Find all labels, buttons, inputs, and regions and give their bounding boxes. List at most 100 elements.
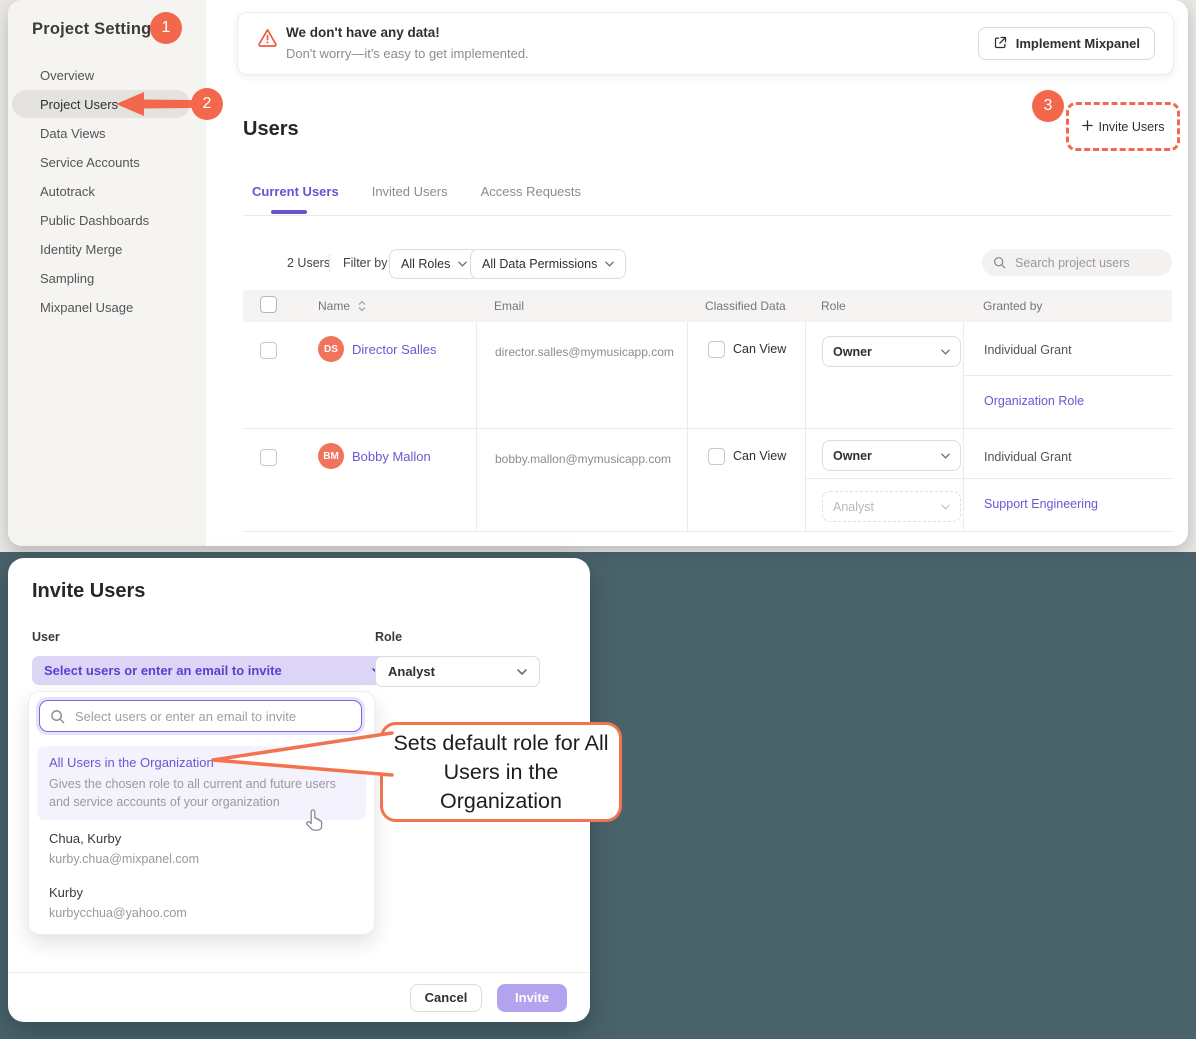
sidebar-item-sampling[interactable]: Sampling bbox=[40, 271, 94, 287]
email-text: bobby.mallon@mymusicapp.com bbox=[495, 452, 671, 466]
external-link-icon bbox=[993, 35, 1008, 53]
chevron-down-icon bbox=[517, 669, 527, 675]
option-user[interactable]: Kurby kurbycchua@yahoo.com bbox=[49, 885, 349, 922]
sidebar-title: Project Settings bbox=[32, 20, 161, 39]
can-view-checkbox[interactable] bbox=[708, 448, 725, 465]
granted-by-cell: Individual Grant Support Engineering bbox=[963, 429, 1172, 531]
option-title: Chua, Kurby bbox=[49, 831, 349, 846]
user-name-link[interactable]: Director Salles bbox=[352, 342, 437, 357]
sidebar-item-mixpanel-usage[interactable]: Mixpanel Usage bbox=[40, 300, 133, 316]
row-checkbox[interactable] bbox=[260, 342, 277, 359]
role-cell: Owner Analyst bbox=[805, 429, 963, 531]
email-cell: director.salles@mymusicapp.com bbox=[476, 322, 687, 428]
row-checkbox[interactable] bbox=[260, 449, 277, 466]
role-select[interactable]: Owner bbox=[822, 336, 961, 367]
step-2-badge: 2 bbox=[191, 88, 223, 120]
sidebar-item-public-dashboards[interactable]: Public Dashboards bbox=[40, 213, 149, 229]
dialog-title: Invite Users bbox=[32, 580, 145, 603]
all-roles-filter[interactable]: All Roles bbox=[389, 249, 479, 279]
search-project-users-input[interactable] bbox=[1013, 255, 1137, 271]
header-role: Role bbox=[805, 299, 963, 313]
sidebar-item-overview[interactable]: Overview bbox=[40, 68, 94, 84]
tab-access-requests[interactable]: Access Requests bbox=[481, 184, 581, 199]
header-email: Email bbox=[476, 299, 687, 313]
implement-mixpanel-button[interactable]: Implement Mixpanel bbox=[978, 27, 1155, 60]
invite-users-label: Invite Users bbox=[1099, 120, 1165, 134]
option-title: Kurby bbox=[49, 885, 349, 900]
row-select-cell bbox=[243, 322, 318, 428]
email-text: director.salles@mymusicapp.com bbox=[495, 345, 674, 359]
all-data-permissions-filter[interactable]: All Data Permissions bbox=[470, 249, 626, 279]
cell-divider bbox=[806, 478, 964, 479]
cell-divider bbox=[964, 375, 1173, 376]
classified-data-cell: Can View bbox=[687, 429, 805, 531]
avatar: DS bbox=[318, 336, 344, 362]
sidebar-item-project-users[interactable]: Project Users bbox=[40, 97, 118, 113]
tab-invited-users[interactable]: Invited Users bbox=[372, 184, 448, 199]
chevron-down-icon bbox=[941, 349, 950, 355]
role-select[interactable]: Analyst bbox=[375, 656, 540, 687]
search-icon bbox=[993, 256, 1006, 269]
callout-bubble: Sets default role for All Users in the O… bbox=[380, 722, 622, 822]
option-email: kurby.chua@mixpanel.com bbox=[49, 850, 349, 868]
table-row: DS Director Salles director.salles@mymus… bbox=[243, 322, 1172, 429]
sidebar: Project Settings Overview Project Users … bbox=[8, 0, 206, 546]
step-3-badge: 3 bbox=[1032, 90, 1064, 122]
chevron-down-icon bbox=[941, 453, 950, 459]
can-view-checkbox[interactable] bbox=[708, 341, 725, 358]
active-tab-underline bbox=[271, 210, 307, 214]
users-table: Name Email Classified Data Role Granted … bbox=[243, 290, 1172, 532]
filter-by-label: Filter by bbox=[343, 256, 387, 270]
user-select[interactable]: Select users or enter an email to invite bbox=[32, 656, 394, 685]
tab-current-users[interactable]: Current Users bbox=[252, 184, 339, 199]
select-all-cell bbox=[243, 296, 318, 316]
project-settings-panel: Project Settings Overview Project Users … bbox=[8, 0, 1188, 546]
header-name-label: Name bbox=[318, 299, 350, 313]
invite-users-button[interactable]: Invite Users bbox=[1066, 102, 1180, 151]
banner-title: We don't have any data! bbox=[286, 25, 440, 40]
sidebar-item-identity-merge[interactable]: Identity Merge bbox=[40, 242, 122, 258]
all-data-permissions-label: All Data Permissions bbox=[482, 257, 597, 271]
plus-icon bbox=[1082, 120, 1093, 134]
can-view-label: Can View bbox=[733, 342, 786, 356]
name-cell: DS Director Salles bbox=[318, 322, 476, 428]
role-cell: Owner bbox=[805, 322, 963, 428]
dialog-footer: Cancel Invite bbox=[8, 972, 590, 1022]
sidebar-item-data-views[interactable]: Data Views bbox=[40, 126, 106, 142]
cancel-button[interactable]: Cancel bbox=[410, 984, 482, 1012]
granted-by-link[interactable]: Organization Role bbox=[984, 394, 1084, 408]
role-value: Owner bbox=[833, 449, 872, 463]
option-user[interactable]: Chua, Kurby kurby.chua@mixpanel.com bbox=[49, 831, 349, 868]
sidebar-item-autotrack[interactable]: Autotrack bbox=[40, 184, 95, 200]
banner-subtitle: Don't worry—it's easy to get implemented… bbox=[286, 46, 529, 61]
dropdown-search-input[interactable] bbox=[73, 708, 327, 725]
role-value: Analyst bbox=[833, 500, 874, 514]
header-name[interactable]: Name bbox=[318, 299, 476, 313]
email-cell: bobby.mallon@mymusicapp.com bbox=[476, 429, 687, 531]
dropdown-search[interactable] bbox=[39, 700, 362, 732]
user-name-link[interactable]: Bobby Mallon bbox=[352, 449, 431, 464]
header-granted-by: Granted by bbox=[963, 299, 1172, 313]
callout-text: Sets default role for All Users in the O… bbox=[389, 729, 613, 816]
all-roles-label: All Roles bbox=[401, 257, 450, 271]
select-all-checkbox[interactable] bbox=[260, 296, 277, 313]
search-project-users[interactable] bbox=[982, 249, 1172, 276]
step-1-badge: 1 bbox=[150, 12, 182, 44]
user-dropdown-panel: All Users in the Organization Gives the … bbox=[28, 691, 375, 935]
chevron-down-icon bbox=[941, 504, 950, 510]
granted-by-link[interactable]: Support Engineering bbox=[984, 497, 1098, 511]
cell-divider bbox=[964, 478, 1173, 479]
invite-button[interactable]: Invite bbox=[497, 984, 567, 1012]
role-value: Owner bbox=[833, 345, 872, 359]
role-select-value: Analyst bbox=[388, 664, 435, 679]
chevron-down-icon bbox=[458, 261, 467, 267]
option-title: All Users in the Organization bbox=[49, 755, 354, 770]
sort-icon bbox=[358, 300, 366, 312]
warning-icon bbox=[257, 27, 278, 53]
sidebar-item-service-accounts[interactable]: Service Accounts bbox=[40, 155, 140, 171]
granted-by-text: Individual Grant bbox=[984, 343, 1072, 357]
option-description: Gives the chosen role to all current and… bbox=[49, 775, 349, 811]
role-select[interactable]: Owner bbox=[822, 440, 961, 471]
option-all-users[interactable]: All Users in the Organization Gives the … bbox=[37, 746, 366, 820]
option-email: kurbycchua@yahoo.com bbox=[49, 904, 349, 922]
